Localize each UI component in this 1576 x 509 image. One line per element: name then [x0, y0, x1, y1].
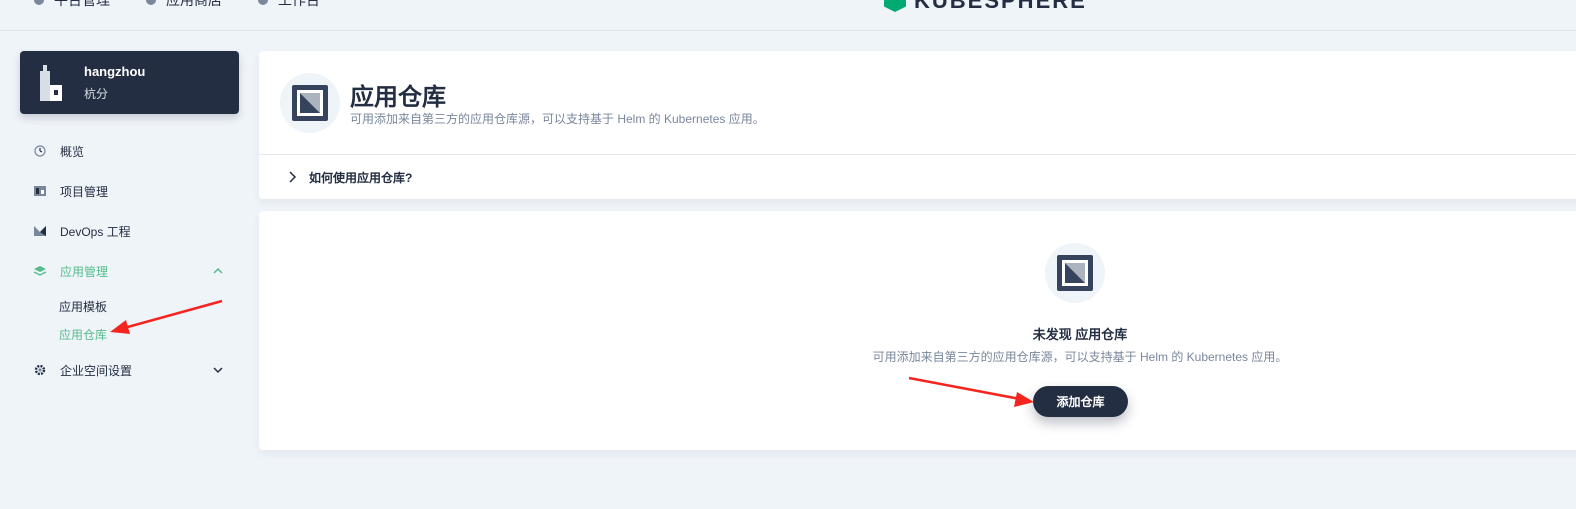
app-repo-icon — [292, 85, 328, 121]
sidebar-item-projects[interactable]: 项目管理 — [20, 176, 239, 206]
project-icon — [34, 186, 46, 196]
app-store-icon — [146, 0, 156, 5]
faq-toggle[interactable]: 如何使用应用仓库? — [287, 164, 412, 190]
chevron-down-icon — [213, 367, 223, 374]
sidebar-item-workspace-settings[interactable]: 企业空间设置 — [20, 355, 239, 385]
dashboard-icon — [34, 145, 46, 157]
sidebar-item-label: 企业空间设置 — [60, 363, 133, 378]
page-description: 可用添加来自第三方的应用仓库源，可以支持基于 Helm 的 Kubernetes… — [350, 112, 765, 126]
header-icon-wrapper — [280, 73, 340, 133]
annotation-arrow-sidebar — [110, 299, 223, 334]
kubesphere-logo[interactable]: KUBESPHERE — [884, 0, 1087, 14]
sidebar-item-devops[interactable]: DevOps 工程 — [20, 216, 239, 246]
app-repo-icon — [1057, 255, 1093, 291]
topnav-label: 工作台 — [278, 0, 320, 8]
workspace-building-icon — [40, 65, 62, 101]
workspace-card[interactable]: hangzhou 杭分 — [20, 51, 239, 114]
header-divider — [259, 154, 1576, 155]
sidebar-item-label: 应用管理 — [60, 264, 109, 279]
platform-icon — [34, 0, 44, 5]
logo-mark-icon — [884, 0, 906, 12]
layers-icon — [34, 266, 46, 276]
empty-state-title: 未发现 应用仓库 — [1032, 327, 1128, 342]
workspace-name: hangzhou — [84, 64, 146, 79]
sidebar-item-label: 项目管理 — [60, 184, 109, 199]
topnav-item-platform[interactable]: 平台管理 — [34, 0, 110, 10]
sidebar-subitem-app-templates[interactable]: 应用模板 — [59, 298, 107, 315]
chevron-up-icon — [213, 267, 223, 274]
empty-state-panel: 未发现 应用仓库 可用添加来自第三方的应用仓库源，可以支持基于 Helm 的 K… — [259, 211, 1576, 450]
topnav-label: 应用商店 — [166, 0, 222, 8]
sidebar-item-app-management[interactable]: 应用管理 — [20, 256, 239, 286]
topnav-item-workbench[interactable]: 工作台 — [258, 0, 320, 10]
add-repository-button[interactable]: 添加仓库 — [1033, 386, 1128, 417]
topnav-label: 平台管理 — [54, 0, 110, 8]
sidebar-item-label: 概览 — [60, 144, 85, 159]
empty-icon-wrapper — [1045, 243, 1105, 303]
page-title: 应用仓库 — [350, 84, 446, 111]
devops-icon — [34, 226, 46, 236]
sidebar-item-label: DevOps 工程 — [60, 224, 131, 239]
workspace-subtitle: 杭分 — [84, 87, 109, 101]
workbench-icon — [258, 0, 268, 5]
chevron-right-icon — [289, 171, 297, 183]
faq-label: 如何使用应用仓库? — [309, 170, 413, 185]
sidebar-subitem-app-repos[interactable]: 应用仓库 — [59, 326, 107, 343]
topnav-item-app-store[interactable]: 应用商店 — [146, 0, 222, 10]
logo-text: KUBESPHERE — [914, 0, 1087, 13]
top-navigation-bar: 平台管理 应用商店 工作台 KUBESPHERE — [0, 0, 1576, 31]
gear-icon — [34, 364, 46, 376]
page-header-panel: 应用仓库 可用添加来自第三方的应用仓库源，可以支持基于 Helm 的 Kuber… — [259, 51, 1576, 199]
empty-state-description: 可用添加来自第三方的应用仓库源，可以支持基于 Helm 的 Kubernetes… — [872, 350, 1288, 364]
sidebar-item-overview[interactable]: 概览 — [20, 136, 239, 166]
